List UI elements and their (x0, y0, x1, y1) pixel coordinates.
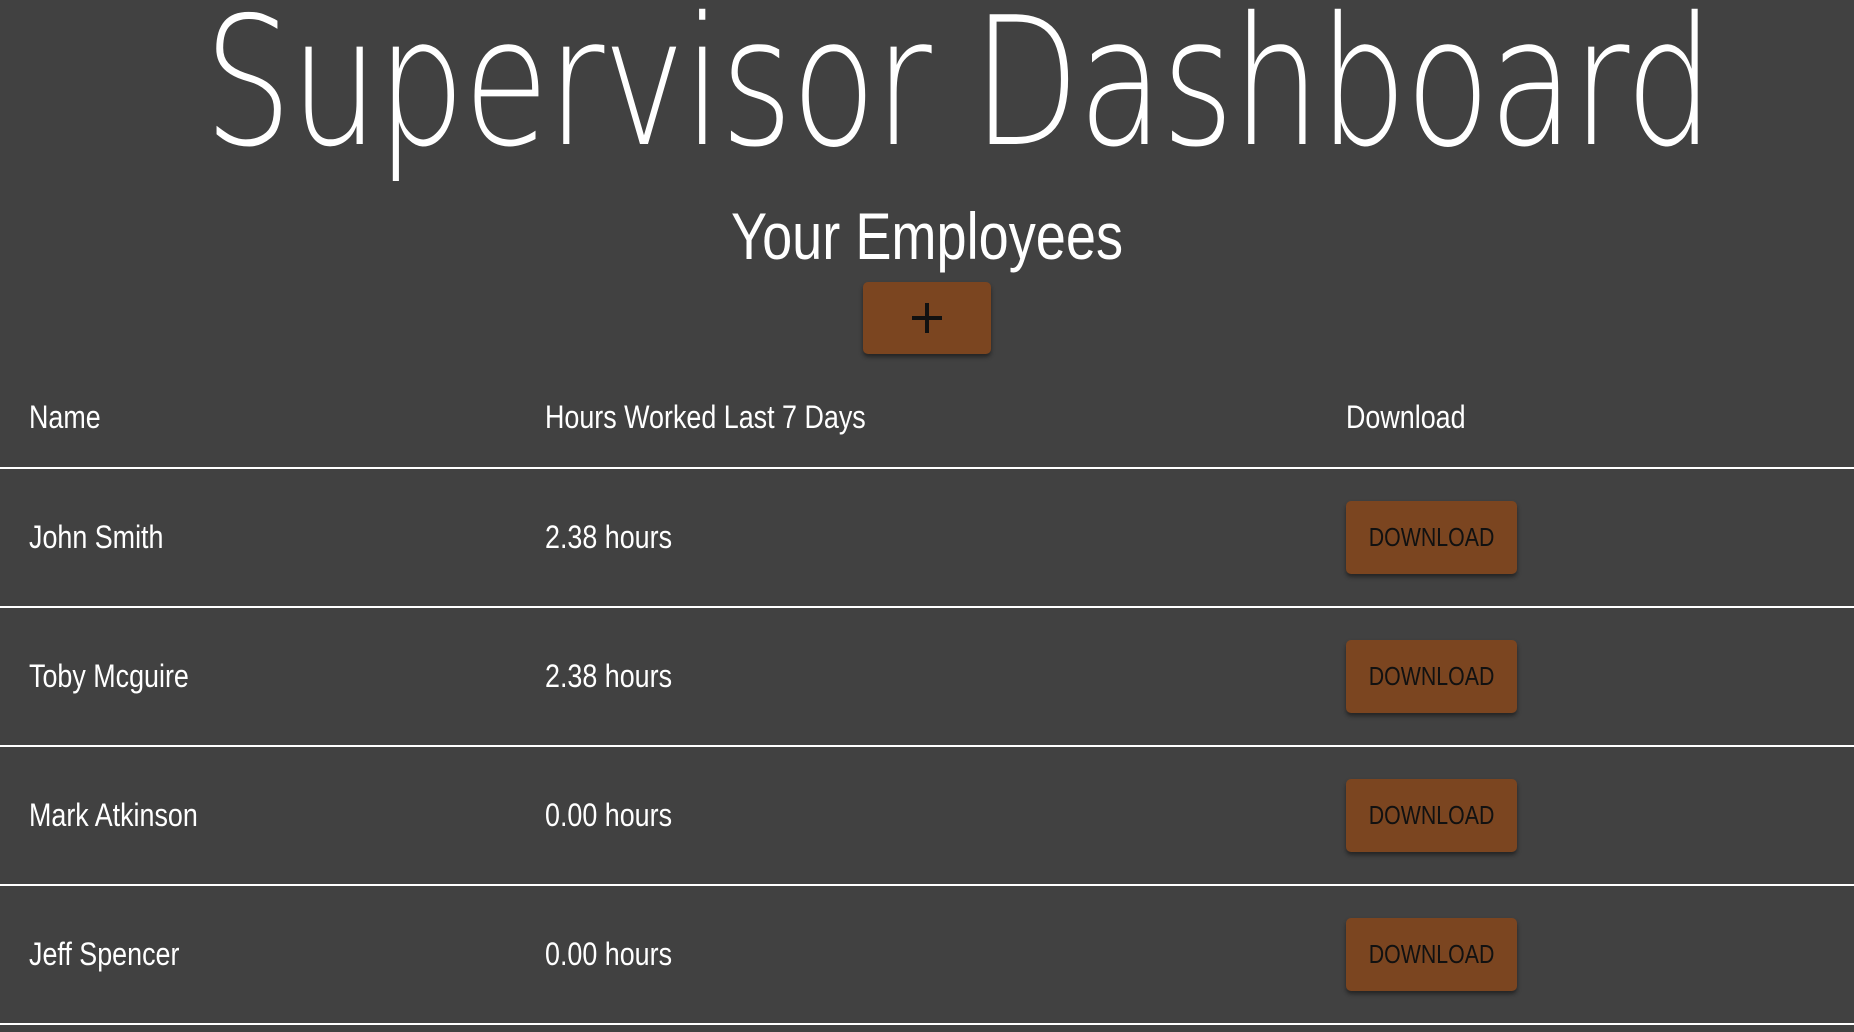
table-row: Jeff Spencer 0.00 hours DOWNLOAD (0, 886, 1854, 1025)
employee-name-cell: Toby Mcguire (29, 608, 219, 745)
header-hours-cell: Hours Worked Last 7 Days (545, 368, 927, 467)
employee-name-cell: Mark Atkinson (29, 747, 230, 884)
employee-name: Toby Mcguire (29, 658, 189, 694)
header-hours: Hours Worked Last 7 Days (545, 399, 866, 435)
header-name-cell: Name (29, 368, 114, 467)
hours-worked: 0.00 hours (545, 936, 673, 972)
download-button-label: DOWNLOAD (1368, 661, 1495, 691)
hours-cell: 0.00 hours (545, 886, 696, 1023)
header-name: Name (29, 399, 101, 435)
employee-name: Mark Atkinson (29, 797, 198, 833)
employee-name-cell: Jeff Spencer (29, 886, 208, 1023)
header-download: Download (1346, 399, 1466, 435)
download-cell: DOWNLOAD (1346, 469, 1517, 606)
employee-name: John Smith (29, 519, 164, 555)
employee-name-cell: John Smith (29, 469, 189, 606)
download-cell: DOWNLOAD (1346, 608, 1517, 745)
hours-worked: 2.38 hours (545, 658, 673, 694)
hours-worked: 0.00 hours (545, 797, 673, 833)
download-button[interactable]: DOWNLOAD (1346, 779, 1517, 852)
hours-cell: 2.38 hours (545, 608, 696, 745)
page-title: Supervisor Dashboard (203, 0, 1714, 186)
download-cell: DOWNLOAD (1346, 747, 1517, 884)
download-button-label: DOWNLOAD (1368, 939, 1495, 969)
download-button[interactable]: DOWNLOAD (1346, 501, 1517, 574)
hours-worked: 2.38 hours (545, 519, 673, 555)
hours-cell: 0.00 hours (545, 747, 696, 884)
plus-icon (912, 303, 942, 333)
table-row: John Smith 2.38 hours DOWNLOAD (0, 469, 1854, 608)
employee-name: Jeff Spencer (29, 936, 180, 972)
download-button-label: DOWNLOAD (1368, 800, 1495, 830)
table-row: Mark Atkinson 0.00 hours DOWNLOAD (0, 747, 1854, 886)
employee-table: Name Hours Worked Last 7 Days Download J… (0, 368, 1854, 1025)
table-row: Toby Mcguire 2.38 hours DOWNLOAD (0, 608, 1854, 747)
header-download-cell: Download (1346, 368, 1488, 467)
hours-cell: 2.38 hours (545, 469, 696, 606)
add-employee-button[interactable] (863, 282, 991, 354)
download-cell: DOWNLOAD (1346, 886, 1517, 1023)
download-button[interactable]: DOWNLOAD (1346, 640, 1517, 713)
section-heading: Your Employees (730, 199, 1124, 273)
table-header: Name Hours Worked Last 7 Days Download (0, 368, 1854, 469)
download-button[interactable]: DOWNLOAD (1346, 918, 1517, 991)
download-button-label: DOWNLOAD (1368, 522, 1495, 552)
